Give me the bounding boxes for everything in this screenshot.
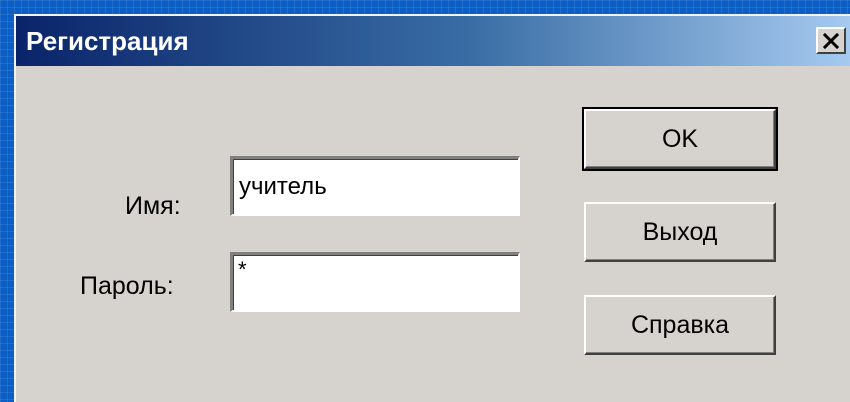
exit-button[interactable]: Выход [584, 202, 776, 262]
close-button[interactable] [816, 27, 846, 54]
close-icon [823, 33, 839, 49]
ok-button[interactable]: OK [582, 107, 778, 171]
login-dialog: Регистрация Имя: учитель Пароль: * OK Вы… [14, 14, 850, 402]
title-bar: Регистрация [16, 16, 850, 66]
username-label: Имя: [125, 192, 181, 220]
username-field[interactable]: учитель [230, 156, 520, 216]
password-value: * [238, 257, 247, 282]
window-title: Регистрация [26, 26, 189, 56]
username-value: учитель [239, 173, 327, 200]
password-field[interactable]: * [230, 252, 520, 312]
help-button[interactable]: Справка [584, 295, 776, 355]
password-label: Пароль: [80, 272, 174, 300]
